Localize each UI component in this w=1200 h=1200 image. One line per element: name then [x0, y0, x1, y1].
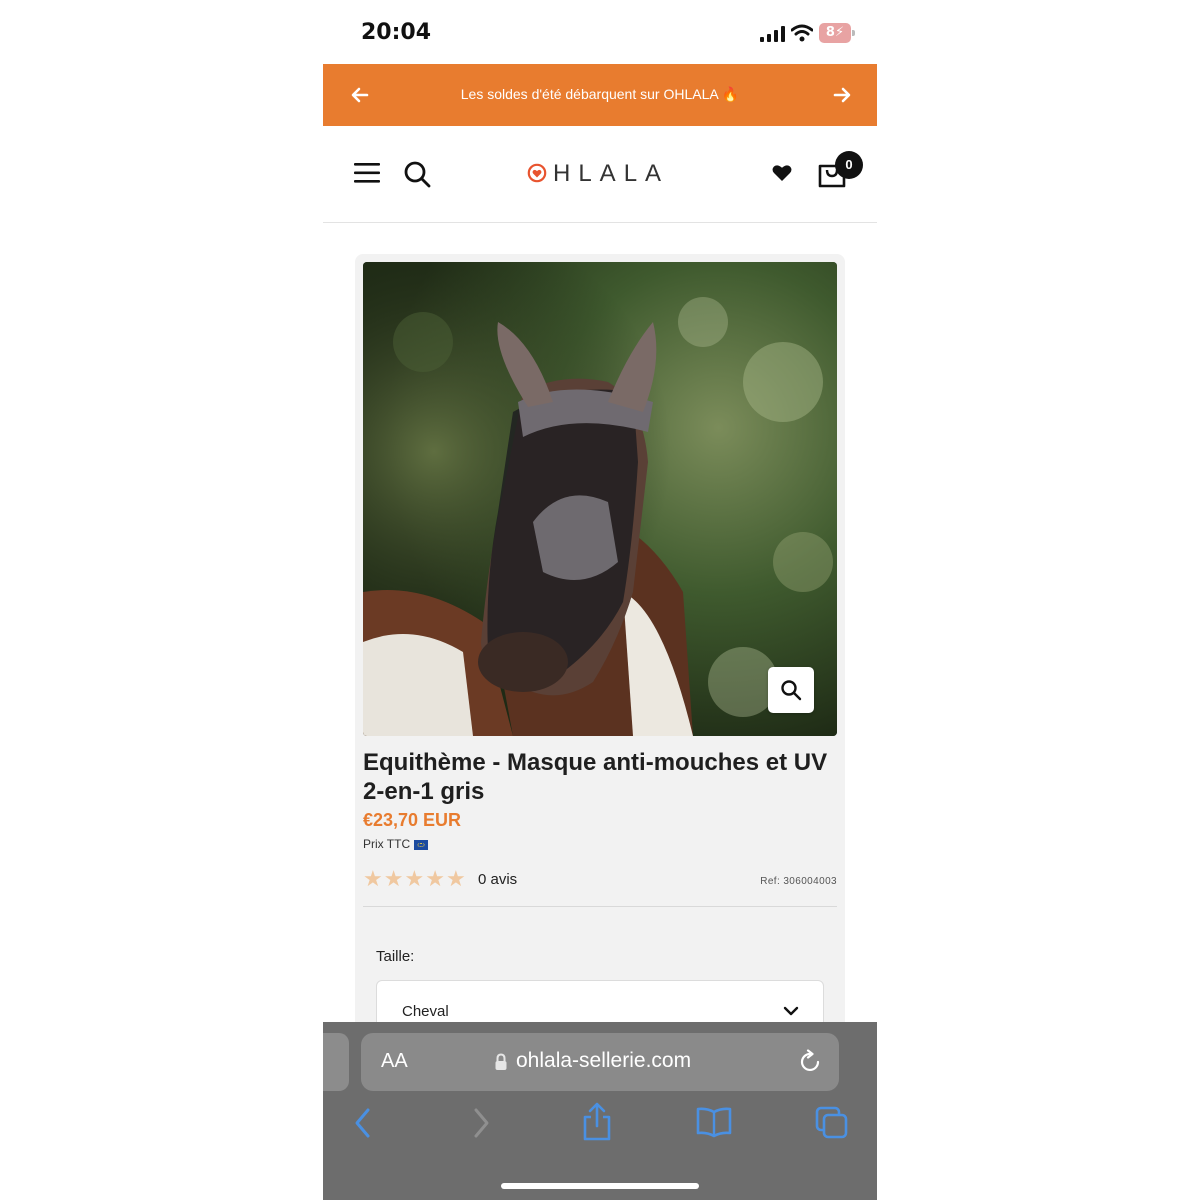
cellular-signal-icon: [760, 26, 785, 42]
heart-icon[interactable]: [771, 162, 793, 184]
zoom-button[interactable]: [768, 667, 814, 713]
arrow-right-icon[interactable]: [829, 82, 855, 108]
review-count[interactable]: 0 avis: [478, 871, 517, 888]
arrow-left-icon[interactable]: [347, 82, 373, 108]
eu-flag-icon: [414, 839, 429, 850]
product-price: €23,70 EUR: [363, 810, 462, 830]
cart-count-badge: 0: [835, 151, 863, 179]
horse-photo: [363, 262, 837, 736]
search-icon[interactable]: [403, 160, 431, 188]
back-icon[interactable]: [353, 1106, 373, 1140]
wifi-icon: [791, 24, 813, 42]
hamburger-menu-icon[interactable]: [353, 160, 381, 186]
logo-text: HLALA: [553, 160, 670, 187]
promo-text[interactable]: Les soldes d'été débarquent sur OHLALA 🔥: [383, 86, 817, 103]
previous-tab-peek[interactable]: [323, 1033, 349, 1091]
search-icon: [781, 680, 802, 701]
reader-settings-button[interactable]: AA: [381, 1050, 408, 1073]
lock-icon: [495, 1053, 507, 1070]
site-header: HLALA 0: [323, 126, 877, 223]
star-icon: ★: [363, 867, 383, 892]
product-reference: Ref: 306004003: [760, 876, 837, 887]
star-icon: ★: [445, 867, 466, 892]
forward-icon[interactable]: [471, 1106, 491, 1140]
chevron-down-icon: [783, 1006, 799, 1016]
aa-label: AA: [381, 1050, 408, 1072]
divider: [363, 906, 837, 907]
product-title: Equithème - Masque anti-mouches et UV 2-…: [363, 749, 828, 805]
star-icon: ★: [425, 867, 445, 892]
reload-icon[interactable]: [797, 1049, 823, 1075]
star-icon: ★: [404, 867, 425, 892]
tabs-icon[interactable]: [815, 1106, 849, 1140]
address-bar[interactable]: AA ohlala-sellerie.com: [361, 1033, 839, 1091]
site-logo[interactable]: HLALA: [527, 160, 677, 188]
star-rating[interactable]: ★★★★★ 0 avis: [363, 867, 517, 892]
tax-note-text: Prix TTC: [363, 837, 411, 851]
share-icon[interactable]: [581, 1102, 613, 1142]
product-card: Equithème - Masque anti-mouches et UV 2-…: [355, 254, 845, 1054]
phone-screen: 20:04 8⚡ Les soldes d'été débarquent sur…: [323, 0, 877, 1200]
battery-level: 8: [825, 25, 835, 40]
product-image[interactable]: [363, 262, 837, 736]
bookmarks-icon[interactable]: [695, 1106, 733, 1138]
heart-logo-icon: [527, 163, 547, 183]
battery-cap: [852, 30, 855, 36]
size-label: Taille:: [376, 948, 415, 965]
status-time: 20:04: [361, 20, 432, 45]
star-icon: ★: [383, 867, 404, 892]
size-select-value: Cheval: [402, 1003, 449, 1020]
tax-note: Prix TTC: [363, 837, 429, 851]
promo-banner: Les soldes d'été débarquent sur OHLALA 🔥: [323, 64, 877, 126]
url-text[interactable]: ohlala-sellerie.com: [516, 1049, 691, 1073]
status-bar: 20:04 8⚡: [323, 0, 877, 64]
browser-toolbar: AA ohlala-sellerie.com: [323, 1022, 877, 1200]
home-indicator: [501, 1183, 699, 1189]
battery-icon: 8⚡: [819, 23, 851, 43]
